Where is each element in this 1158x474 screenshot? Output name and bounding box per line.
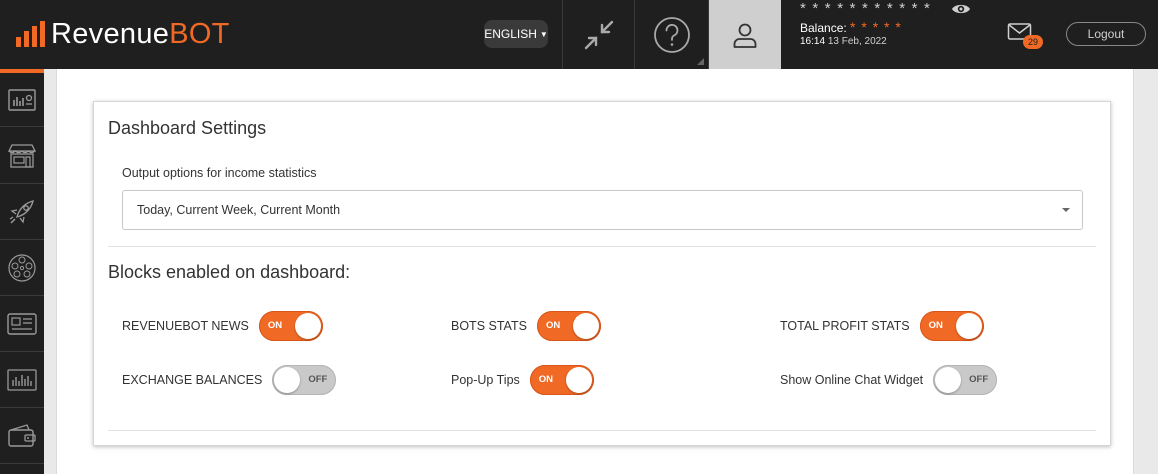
logo-text-main: Revenue	[51, 17, 170, 50]
balance-label: Balance:	[800, 21, 847, 35]
sidebar-item-wallet[interactable]	[0, 408, 44, 464]
section-divider	[108, 246, 1096, 247]
compress-view-button[interactable]	[562, 0, 635, 69]
toggle-label: BOTS STATS	[451, 319, 527, 333]
caret-down-icon: ▼	[539, 29, 548, 39]
toggle-row-total-profit-stats: TOTAL PROFIT STATS ON	[780, 311, 984, 341]
toggle-knob	[572, 313, 599, 339]
id-card-icon	[7, 312, 37, 335]
toggle-row-popup-tips: Pop-Up Tips ON	[451, 365, 594, 395]
messages-button[interactable]: 29	[1007, 22, 1047, 50]
sidebar-item-accounts[interactable]	[0, 296, 44, 352]
balance-masked-value: * * * * *	[850, 19, 902, 35]
logo-text-accent: BOT	[169, 17, 230, 50]
toggle-state: OFF	[308, 374, 328, 385]
toggle-label: Pop-Up Tips	[451, 373, 520, 387]
chevron-down-icon	[1062, 208, 1070, 212]
toggle-knob	[294, 313, 321, 339]
user-icon	[733, 23, 757, 48]
toggle-knob	[565, 367, 592, 393]
toggle-knob	[935, 367, 962, 393]
sidebar-item-statistics[interactable]	[0, 352, 44, 408]
toggle-state: ON	[928, 320, 943, 331]
sidebar	[0, 69, 44, 474]
output-options-select[interactable]: Today, Current Week, Current Month	[122, 190, 1083, 230]
toggle-state: ON	[545, 320, 561, 331]
toggle-row-revenuebot-news: REVENUEBOT NEWS ON	[122, 311, 323, 341]
toggle-state: ON	[267, 320, 283, 331]
toggle-label: Show Online Chat Widget	[780, 373, 924, 387]
logo-text: RevenueBOT	[51, 18, 230, 51]
bots-stats-toggle[interactable]: ON	[536, 311, 601, 341]
toggle-row-bots-stats: BOTS STATS ON	[451, 311, 601, 341]
dashboard-stats-icon	[8, 88, 36, 111]
online-chat-widget-toggle[interactable]: OFF	[933, 365, 998, 395]
current-datetime: 16:14 13 Feb, 2022	[800, 36, 887, 47]
store-icon	[7, 143, 37, 168]
rocket-icon	[9, 199, 34, 224]
exchange-balances-toggle[interactable]: OFF	[272, 365, 337, 395]
popup-tips-toggle[interactable]: ON	[529, 365, 594, 395]
logo-bars-icon	[16, 21, 45, 47]
current-time: 16:14	[800, 36, 826, 47]
network-icon	[8, 253, 36, 282]
toggle-label: EXCHANGE BALANCES	[122, 373, 263, 387]
toggle-label: TOTAL PROFIT STATS	[780, 319, 910, 333]
dashboard-settings-card: Dashboard Settings Output options for in…	[93, 101, 1111, 446]
total-profit-stats-toggle[interactable]: ON	[919, 311, 984, 341]
help-button[interactable]	[635, 0, 709, 69]
toggle-state: ON	[538, 374, 554, 385]
revenuebot-logo[interactable]: RevenueBOT	[16, 18, 230, 50]
eye-icon[interactable]	[951, 2, 971, 21]
sidebar-item-dashboard[interactable]	[0, 73, 44, 127]
output-options-label: Output options for income statistics	[122, 166, 317, 180]
messages-count-badge: 29	[1023, 35, 1043, 49]
toggle-label: REVENUEBOT NEWS	[122, 319, 249, 333]
language-dropdown[interactable]: ENGLISH ▼	[484, 20, 548, 48]
wallet-icon	[8, 423, 36, 447]
output-options-selected-value: Today, Current Week, Current Month	[137, 203, 341, 217]
bottom-divider	[108, 430, 1096, 431]
sidebar-item-bots[interactable]	[0, 184, 44, 240]
logout-button[interactable]: Logout	[1066, 22, 1146, 46]
revenuebot-news-toggle[interactable]: ON	[258, 311, 323, 341]
toggle-row-exchange-balances: EXCHANGE BALANCES OFF	[122, 365, 337, 395]
page-title: Dashboard Settings	[108, 118, 267, 138]
compress-arrows-icon	[584, 20, 613, 49]
corner-triangle-icon	[697, 58, 704, 65]
user-profile-button[interactable]	[709, 0, 781, 69]
bar-chart-icon	[7, 368, 37, 391]
sidebar-item-store[interactable]	[0, 128, 44, 184]
toggle-state: OFF	[969, 374, 989, 385]
language-label: ENGLISH	[484, 27, 537, 41]
masked-account-value: * * * * * * * * * * *	[800, 0, 932, 17]
blocks-section-title: Blocks enabled on dashboard:	[108, 262, 351, 282]
sidebar-item-network[interactable]	[0, 240, 44, 296]
current-date: 13 Feb, 2022	[827, 36, 887, 47]
balance-line: Balance: * * * * *	[800, 19, 902, 35]
toggle-row-online-chat-widget: Show Online Chat Widget OFF	[780, 365, 998, 395]
question-mark-icon	[653, 16, 690, 53]
toggle-knob	[274, 367, 301, 393]
toggle-knob	[955, 313, 982, 339]
top-bar: RevenueBOT ENGLISH ▼ * * * * * * * * * *…	[0, 0, 1158, 69]
